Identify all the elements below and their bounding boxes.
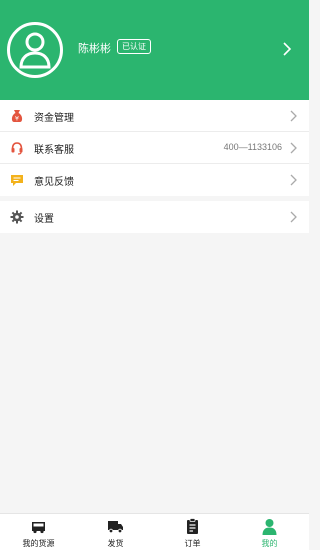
support-phone[interactable]: 400—1133106 xyxy=(224,142,282,152)
truck-icon xyxy=(32,522,45,534)
avatar[interactable] xyxy=(7,22,63,78)
menu-label-feedback: 意见反馈 xyxy=(34,177,74,188)
menu-group-account: ¥ 资金管理 联系客服 400—1133106 意见反馈 xyxy=(0,100,309,196)
chevron-right-icon xyxy=(290,211,297,223)
menu-label-settings: 设置 xyxy=(34,214,54,225)
money-bag-icon: ¥ xyxy=(11,110,23,123)
user-icon xyxy=(262,519,277,535)
delivery-truck-icon xyxy=(108,521,123,534)
gear-icon xyxy=(10,210,24,224)
user-name: 陈彬彬 xyxy=(78,43,111,55)
svg-text:¥: ¥ xyxy=(15,115,19,123)
menu-item-funds[interactable]: ¥ 资金管理 xyxy=(0,100,309,132)
tab-label-ship: 发货 xyxy=(107,539,124,548)
tab-orders[interactable]: 订单 xyxy=(154,514,231,550)
tab-ship[interactable]: 发货 xyxy=(77,514,154,550)
menu-item-settings[interactable]: 设置 xyxy=(0,201,309,233)
chevron-right-icon xyxy=(290,174,297,186)
menu-label-support: 联系客服 xyxy=(34,145,74,156)
verified-badge: 已认证 xyxy=(117,39,151,54)
menu-item-feedback[interactable]: 意见反馈 xyxy=(0,164,309,196)
headset-icon xyxy=(11,142,23,155)
chevron-right-icon xyxy=(290,110,297,122)
menu-label-funds: 资金管理 xyxy=(34,113,74,124)
tab-label-mine: 我的 xyxy=(261,539,278,548)
menu-group-settings: 设置 xyxy=(0,201,309,233)
tab-label-cargo: 我的货源 xyxy=(22,539,55,548)
tab-mine[interactable]: 我的 xyxy=(231,514,308,550)
profile-header[interactable]: 陈彬彬 已认证 xyxy=(0,0,309,100)
bottom-tab-bar: 我的货源 发货 订单 我的 xyxy=(0,513,309,550)
tab-cargo[interactable]: 我的货源 xyxy=(0,514,77,550)
chevron-right-icon xyxy=(290,142,297,154)
tab-label-orders: 订单 xyxy=(184,539,201,548)
clipboard-icon xyxy=(187,518,198,534)
menu-item-support[interactable]: 联系客服 400—1133106 xyxy=(0,132,309,164)
user-silhouette-icon xyxy=(19,32,51,69)
message-icon xyxy=(11,175,23,186)
chevron-right-icon[interactable] xyxy=(283,42,291,56)
